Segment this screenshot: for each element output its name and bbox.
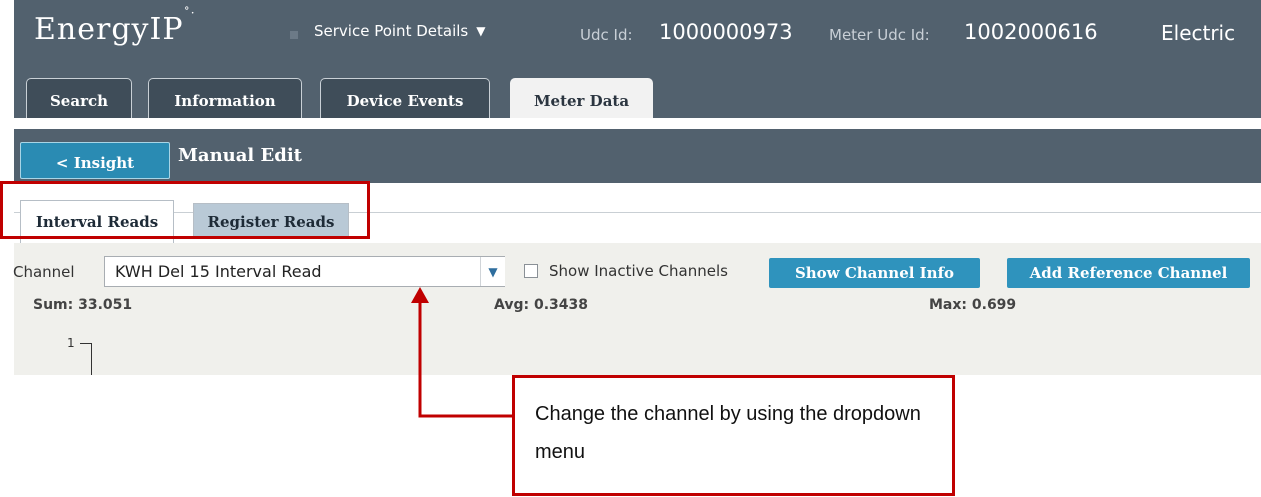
annotation-callout: Change the channel by using the dropdown… [512,375,955,496]
